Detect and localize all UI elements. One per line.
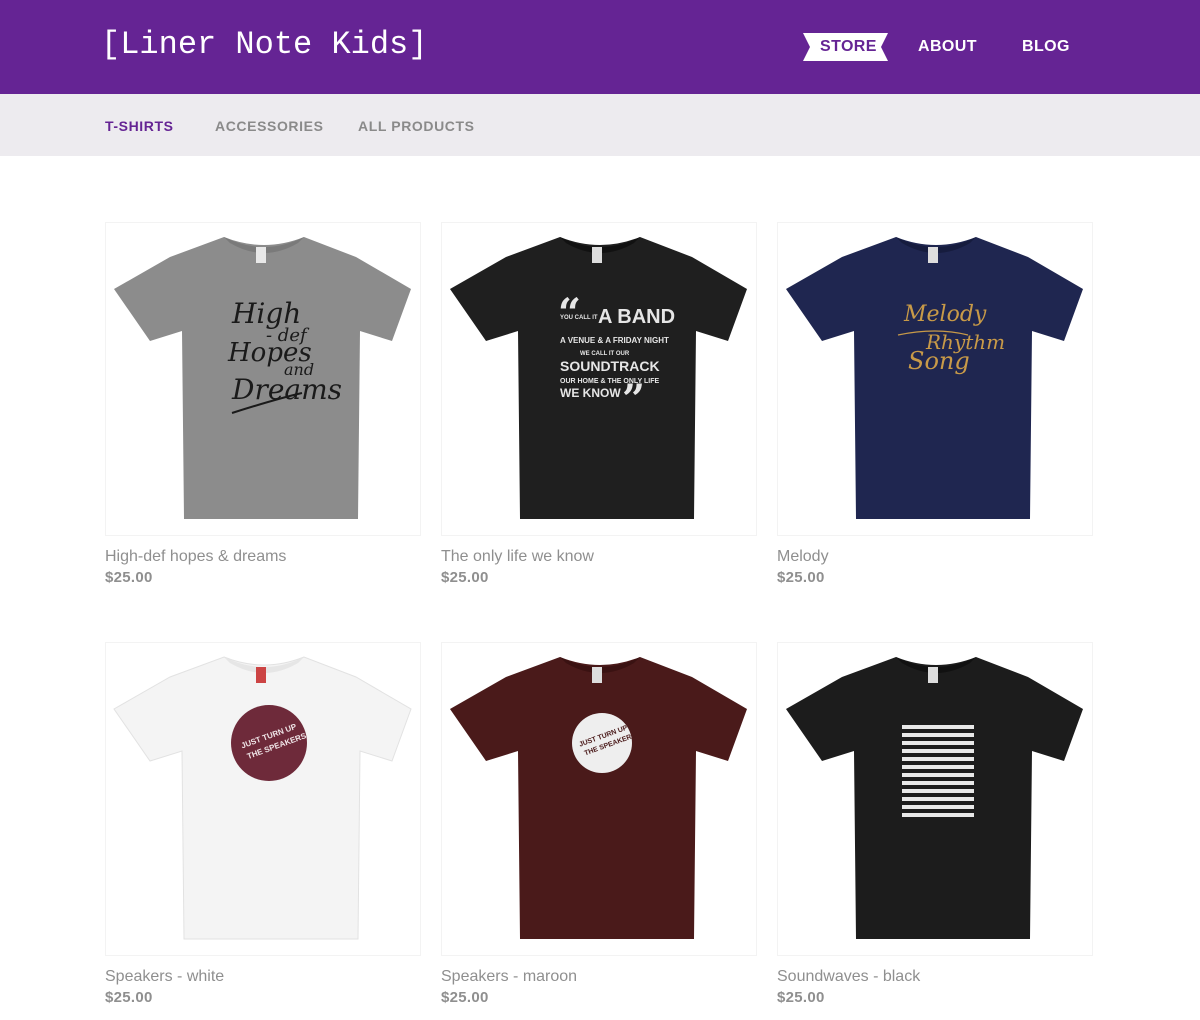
nav-about[interactable]: ABOUT: [918, 38, 977, 56]
nav-blog[interactable]: BLOG: [1022, 38, 1070, 56]
tshirt-icon: JUST TURN UP THE SPEAKERS: [450, 657, 747, 939]
print-text: A BAND: [598, 306, 675, 328]
category-tshirts[interactable]: T-SHIRTS: [105, 118, 174, 134]
nav-store[interactable]: STORE: [803, 33, 888, 61]
print-text: WE CALL IT OUR: [580, 351, 630, 357]
print-text: Melody: [903, 302, 987, 327]
product-name[interactable]: Soundwaves - black: [777, 968, 920, 986]
product-name[interactable]: Speakers - white: [105, 968, 224, 986]
product-image[interactable]: [777, 642, 1093, 956]
product-image[interactable]: Melody Rhythm Song: [777, 222, 1093, 536]
product-name[interactable]: Speakers - maroon: [441, 968, 577, 986]
product-image[interactable]: JUST TURN UP THE SPEAKERS: [441, 642, 757, 956]
category-all-products[interactable]: ALL PRODUCTS: [358, 118, 475, 134]
product-price: $25.00: [441, 989, 489, 1006]
product-name[interactable]: Melody: [777, 548, 829, 566]
print-text: Song: [908, 347, 970, 375]
tshirt-icon: “ YOU CALL IT A BAND A VENUE & A FRIDAY …: [450, 237, 747, 519]
print-text: YOU CALL IT: [560, 315, 598, 321]
tshirt-icon: High - def Hopes and Dreams: [114, 237, 411, 519]
print-text: SOUNDTRACK: [560, 358, 660, 374]
product-price: $25.00: [441, 569, 489, 586]
tshirt-icon: [786, 657, 1083, 939]
print-text: Dreams: [231, 373, 342, 406]
product-image[interactable]: JUST TURN UP THE SPEAKERS: [105, 642, 421, 956]
product-price: $25.00: [105, 989, 153, 1006]
product-name[interactable]: High-def hopes & dreams: [105, 548, 286, 566]
site-logo[interactable]: [Liner Note Kids]: [101, 26, 427, 63]
product-price: $25.00: [777, 989, 825, 1006]
tshirt-icon: JUST TURN UP THE SPEAKERS: [113, 656, 412, 940]
product-image[interactable]: High - def Hopes and Dreams: [105, 222, 421, 536]
category-nav: T-SHIRTS ACCESSORIES ALL PRODUCTS: [0, 94, 1200, 156]
product-price: $25.00: [105, 569, 153, 586]
svg-text:”: ”: [622, 376, 645, 423]
tshirt-icon: Melody Rhythm Song: [786, 237, 1083, 519]
svg-text:“: “: [558, 290, 581, 337]
print-text: A VENUE & A FRIDAY NIGHT: [560, 336, 669, 345]
product-image[interactable]: “ YOU CALL IT A BAND A VENUE & A FRIDAY …: [441, 222, 757, 536]
product-name[interactable]: The only life we know: [441, 548, 594, 566]
category-accessories[interactable]: ACCESSORIES: [215, 118, 324, 134]
print-text: WE KNOW: [560, 386, 621, 400]
product-price: $25.00: [777, 569, 825, 586]
site-header: [Liner Note Kids] STORE ABOUT BLOG: [0, 0, 1200, 94]
nav-store-label: STORE: [820, 38, 877, 55]
